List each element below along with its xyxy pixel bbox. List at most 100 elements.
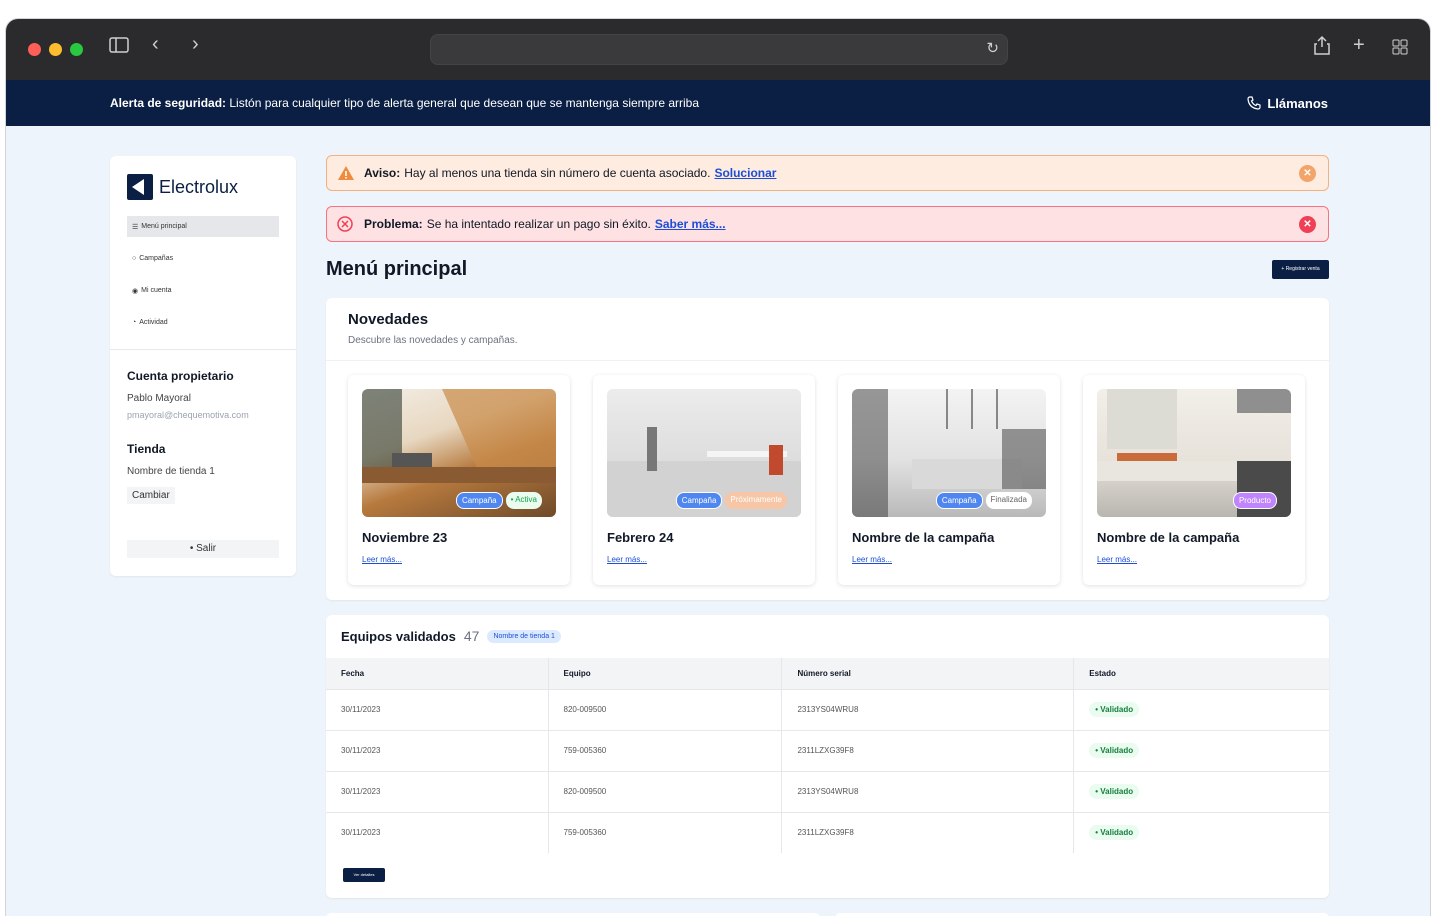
browser-window: ‹ › ↻ + Alerta de seguridad: Listón para… [6,19,1430,916]
sidebar-item-campanas[interactable]: ○ Campañas [127,248,279,269]
date-cell: 30/11/2023 [326,811,549,853]
forward-icon[interactable]: › [192,33,199,56]
table-row[interactable]: 30/11/2023 820-009500 2313YS04WRU8 • Val… [326,770,1329,812]
sidebar-divider [110,349,296,350]
news-image: Campaña Finalizada [852,389,1046,517]
maximize-window-button[interactable] [70,43,83,56]
news-item[interactable]: Campaña Finalizada Nombre de la campaña … [838,375,1060,585]
security-alert-bar: Alerta de seguridad: Listón para cualqui… [6,80,1430,126]
serial-cell: 2313YS04WRU8 [781,770,1074,812]
status-cell: • Validado [1073,688,1329,730]
minimize-window-button[interactable] [49,43,62,56]
news-divider [326,360,1329,361]
warning-icon [337,165,355,186]
phone-icon [1247,96,1261,110]
status-cell: • Validado [1073,729,1329,771]
column-header[interactable]: Estado [1073,658,1329,689]
electrolux-logo[interactable]: Electrolux [127,174,238,200]
equipment-cell: 759-005360 [547,811,782,853]
user-circle-icon: ◉ [132,287,139,295]
grid-icon: ☰ [132,223,139,231]
news-tags: Campaña Próximamente [675,492,787,509]
news-tags: Producto [1232,492,1277,509]
account-section: Cuenta propietario Pablo Mayoral pmayora… [127,369,287,504]
status-badge: • Validado [1089,743,1140,758]
read-more-link[interactable]: Leer más... [362,555,402,564]
account-heading: Cuenta propietario [127,369,234,383]
read-more-link[interactable]: Leer más... [607,555,647,564]
product-tag: Producto [1232,492,1277,509]
address-bar[interactable]: ↻ [430,34,1008,65]
sidebar-item-actividad[interactable]: ◔ Actividad [127,312,279,333]
call-us-link[interactable]: Llámanos [1247,96,1328,111]
sidebar-toggle-icon[interactable] [109,36,129,59]
logout-button[interactable]: • Salir [127,540,279,558]
column-header[interactable]: Número serial [781,658,1074,689]
equipment-cell: 820-009500 [547,770,782,812]
news-item[interactable]: Campaña Próximamente Febrero 24 Leer más… [593,375,815,585]
status-tag: • Activa [505,492,542,509]
serial-cell: 2311LZXG39F8 [781,729,1074,771]
reload-icon[interactable]: ↻ [986,39,999,57]
warning-text: Hay al menos una tienda sin número de cu… [404,166,711,180]
sidebar-item-mi-cuenta[interactable]: ◉ Mi cuenta [127,280,279,301]
activity-icon: ◔ [132,319,137,326]
date-cell: 30/11/2023 [326,729,549,771]
sidebar: Electrolux ☰ Menú principal ○ Campañas ◉… [110,156,296,576]
status-cell: • Validado [1073,770,1329,812]
learn-more-link[interactable]: Saber más... [655,217,726,231]
column-header[interactable]: Fecha [326,658,549,689]
news-subtitle: Descubre las novedades y campañas. [348,335,518,346]
news-item[interactable]: Producto Nombre de la campaña Leer más..… [1083,375,1305,585]
news-image: Producto [1097,389,1291,517]
equipment-count: 47 [463,628,480,644]
news-image: Campaña • Activa [362,389,556,517]
back-icon[interactable]: ‹ [152,33,159,56]
error-label: Problema: [364,217,423,231]
date-cell: 30/11/2023 [326,688,549,730]
campaign-tag: Campaña [935,492,983,509]
sidebar-item-label: Actividad [139,319,168,326]
news-card: Novedades Descubre las novedades y campa… [326,298,1329,600]
close-error-icon[interactable]: ✕ [1299,216,1316,233]
warning-banner: Aviso: Hay al menos una tienda sin númer… [326,155,1329,191]
equipment-header: Equipos validados 47 Nombre de tienda 1 [341,628,561,644]
account-email: pmayoral@chequemotiva.com [127,410,249,420]
tab-overview-icon[interactable] [1392,38,1408,61]
new-tab-icon[interactable]: + [1353,34,1365,57]
security-alert-label: Alerta de seguridad: [110,96,227,110]
security-alert-message: Alerta de seguridad: Listón para cualqui… [110,96,699,110]
date-cell: 30/11/2023 [326,770,549,812]
table-row[interactable]: 30/11/2023 759-005360 2311LZXG39F8 • Val… [326,811,1329,853]
view-details-button[interactable]: Ver detalles [343,868,385,882]
status-badge: • Validado [1089,825,1140,841]
equipment-cell: 820-009500 [547,688,782,730]
change-store-button[interactable]: Cambiar [127,487,175,504]
status-tag: Finalizada [985,492,1032,509]
sidebar-item-menu-principal[interactable]: ☰ Menú principal [127,216,279,237]
validated-equipment-card: Equipos validados 47 Nombre de tienda 1 … [326,615,1329,898]
sidebar-item-label: Mi cuenta [141,287,172,294]
store-tag: Nombre de tienda 1 [487,629,561,643]
table-row[interactable]: 30/11/2023 820-009500 2313YS04WRU8 • Val… [326,688,1329,730]
news-image: Campaña Próximamente [607,389,801,517]
error-icon [337,216,353,237]
browser-titlebar: ‹ › ↻ + [6,19,1430,80]
sidebar-nav: ☰ Menú principal ○ Campañas ◉ Mi cuenta … [127,216,279,344]
page-title: Menú principal [326,258,468,280]
close-window-button[interactable] [28,43,41,56]
equipment-cell: 759-005360 [547,729,782,771]
close-warning-icon[interactable]: ✕ [1299,165,1316,182]
sidebar-item-label: Menú principal [141,223,187,230]
news-item[interactable]: Campaña • Activa Noviembre 23 Leer más..… [348,375,570,585]
read-more-link[interactable]: Leer más... [852,555,892,564]
table-row[interactable]: 30/11/2023 759-005360 2311LZXG39F8 • Val… [326,729,1329,771]
read-more-link[interactable]: Leer más... [1097,555,1137,564]
news-item-title: Febrero 24 [607,530,674,545]
fix-link[interactable]: Solucionar [714,166,776,180]
column-header[interactable]: Equipo [547,658,782,689]
status-tag: Próximamente [725,492,787,509]
share-icon[interactable] [1314,35,1330,61]
register-sale-button[interactable]: + Registrar venta [1272,260,1329,279]
circle-icon: ○ [132,255,137,262]
